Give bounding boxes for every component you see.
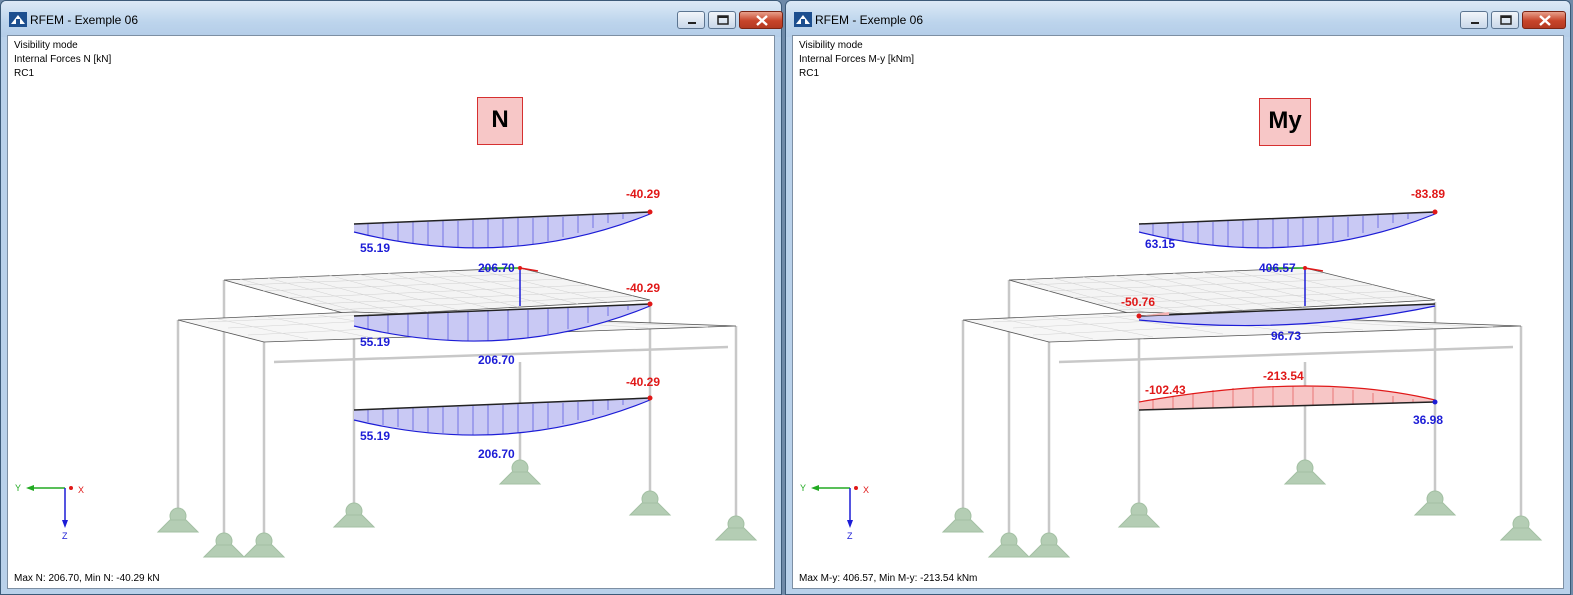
axis-label-z: Z — [847, 531, 853, 541]
support-hinge — [628, 490, 672, 516]
info-line: Visibility mode — [799, 40, 863, 51]
support-hinge — [498, 459, 542, 485]
model-viewport[interactable]: -83.89 63.15 406.57 -50.76 96.73 -102.43… — [792, 35, 1564, 589]
close-icon — [1539, 15, 1551, 26]
global-axis-triad: Y X Z — [800, 483, 869, 541]
minimize-icon — [1471, 22, 1479, 24]
value-label: 36.98 — [1413, 413, 1443, 427]
support-hinge — [242, 532, 286, 558]
support-hinge — [1283, 459, 1327, 485]
value-label: -50.76 — [1121, 295, 1155, 309]
value-label: -213.54 — [1263, 369, 1304, 383]
rfem-window-n[interactable]: RFEM - Exemple 06 -40.29 55.19 206.70 -4… — [0, 0, 783, 595]
value-label: 96.73 — [1271, 329, 1301, 343]
axis-label-x: X — [78, 485, 84, 495]
info-line: RC1 — [799, 68, 820, 79]
rfem-app-icon — [794, 12, 812, 27]
support-hinge — [987, 532, 1031, 558]
value-label: 206.70 — [478, 353, 515, 367]
result-badge: N — [477, 97, 523, 145]
window-title: RFEM - Exemple 06 — [815, 13, 924, 27]
value-label: 55.19 — [360, 335, 390, 349]
supports — [941, 459, 1543, 558]
close-icon — [756, 15, 768, 26]
view-info: Visibility mode Internal Forces M-y [kNm… — [799, 39, 914, 81]
result-summary: Max M-y: 406.57, Min M-y: -213.54 kNm — [799, 573, 978, 584]
n-diagram-lower — [353, 395, 653, 436]
title-bar[interactable]: RFEM - Exemple 06 — [1, 1, 783, 37]
value-label: 206.70 — [478, 261, 515, 275]
axis-label-z: Z — [62, 531, 68, 541]
support-hinge — [1499, 515, 1543, 541]
support-hinge — [156, 507, 200, 533]
axis-label-x: X — [863, 485, 869, 495]
my-diagram-top — [1138, 209, 1438, 249]
value-label: -40.29 — [626, 375, 660, 389]
maximize-button[interactable] — [708, 11, 736, 29]
support-hinge — [1027, 532, 1071, 558]
value-label: -40.29 — [626, 281, 660, 295]
value-label: 63.15 — [1145, 237, 1175, 251]
maximize-icon — [1500, 15, 1512, 25]
model-view[interactable]: -83.89 63.15 406.57 -50.76 96.73 -102.43… — [793, 36, 1564, 589]
support-hinge — [332, 502, 376, 528]
axis-label-y: Y — [15, 483, 21, 493]
rear-beam — [1058, 345, 1514, 364]
maximize-button[interactable] — [1491, 11, 1519, 29]
n-diagram-top — [353, 209, 653, 249]
title-bar[interactable]: RFEM - Exemple 06 — [786, 1, 1570, 37]
minimize-button[interactable] — [677, 11, 705, 29]
info-line: Visibility mode — [14, 40, 78, 51]
rfem-window-my[interactable]: RFEM - Exemple 06 -83.89 63.15 406.57 -5… — [785, 0, 1571, 595]
minimize-icon — [688, 22, 696, 24]
window-title: RFEM - Exemple 06 — [30, 13, 139, 27]
axis-label-y: Y — [800, 483, 806, 493]
value-label: -40.29 — [626, 187, 660, 201]
value-label: 406.57 — [1259, 261, 1296, 275]
value-label: 55.19 — [360, 241, 390, 255]
view-info: Visibility mode Internal Forces N [kN] R… — [14, 39, 111, 81]
rfem-app-icon — [9, 12, 27, 27]
result-badge: My — [1259, 98, 1311, 146]
model-view[interactable]: -40.29 55.19 206.70 -40.29 55.19 206.70 … — [8, 36, 775, 589]
value-label: -83.89 — [1411, 187, 1445, 201]
close-button[interactable] — [1522, 11, 1566, 29]
maximize-icon — [717, 15, 729, 25]
close-button[interactable] — [739, 11, 783, 29]
support-hinge — [714, 515, 758, 541]
value-label: -102.43 — [1145, 383, 1186, 397]
support-hinge — [1413, 490, 1457, 516]
supports — [156, 459, 758, 558]
support-hinge — [941, 507, 985, 533]
value-label: 55.19 — [360, 429, 390, 443]
model-viewport[interactable]: -40.29 55.19 206.70 -40.29 55.19 206.70 … — [7, 35, 775, 589]
result-summary: Max N: 206.70, Min N: -40.29 kN — [14, 573, 160, 584]
info-line: Internal Forces M-y [kNm] — [799, 54, 915, 65]
support-hinge — [1117, 502, 1161, 528]
info-line: Internal Forces N [kN] — [14, 54, 112, 65]
value-label: 206.70 — [478, 447, 515, 461]
minimize-button[interactable] — [1460, 11, 1488, 29]
support-hinge — [202, 532, 246, 558]
info-line: RC1 — [14, 68, 35, 79]
global-axis-triad: Y X Z — [15, 483, 84, 541]
